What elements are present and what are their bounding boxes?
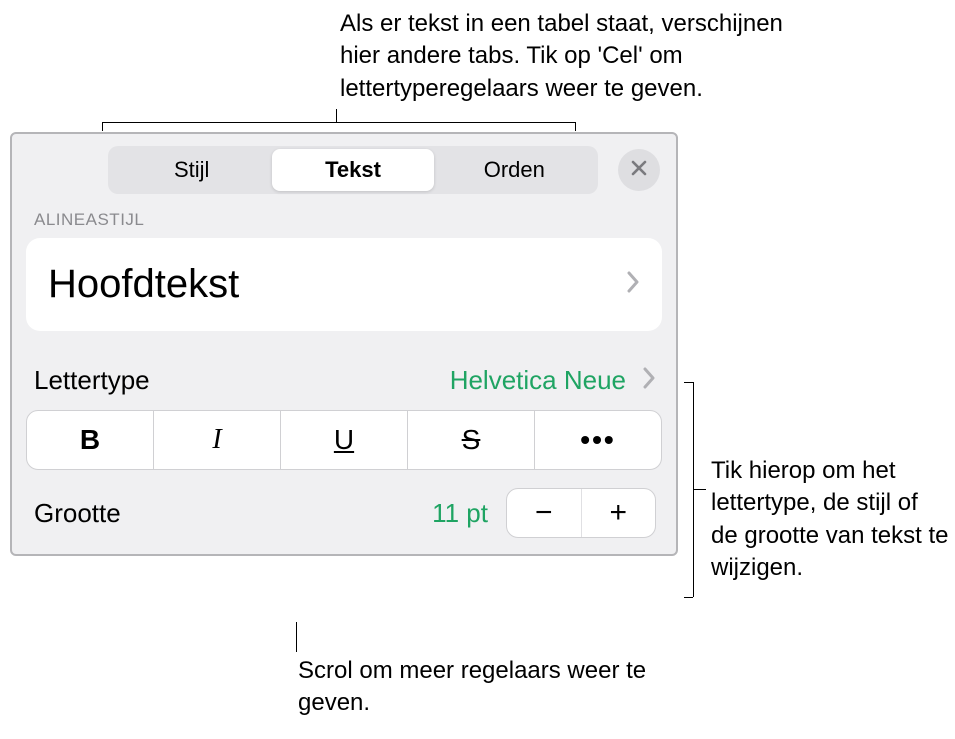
format-button-group: B I U S ••• [26,410,662,470]
annotation-right: Tik hierop om het lettertype, de stijl o… [711,455,951,585]
size-decrease-button[interactable]: − [507,489,582,537]
size-increase-button[interactable]: + [582,489,656,537]
callout-line [296,622,297,652]
font-value: Helvetica Neue [150,365,642,396]
callout-line [336,109,337,122]
callout-line [684,597,693,598]
callout-line [693,489,706,490]
annotation-top: Als er tekst in een tabel staat, verschi… [340,8,820,105]
callout-line [102,122,103,131]
chevron-right-icon [626,271,640,298]
underline-button[interactable]: U [281,411,408,469]
size-row: Grootte 11 pt − + [26,488,662,554]
segmented-control: Stijl Tekst Orden [108,146,598,194]
size-stepper: − + [506,488,656,538]
paragraph-style-value: Hoofdtekst [48,262,239,307]
callout-line [102,122,575,123]
format-panel: Stijl Tekst Orden ALINEASTIJL Hoofdtekst… [10,132,678,556]
close-icon [630,159,648,182]
tab-arrange[interactable]: Orden [434,149,595,191]
italic-button[interactable]: I [154,411,281,469]
font-label: Lettertype [34,365,150,396]
callout-line [684,382,693,383]
callout-line [575,122,576,131]
strikethrough-button[interactable]: S [408,411,535,469]
tab-style[interactable]: Stijl [111,149,272,191]
paragraph-style-label: ALINEASTIJL [12,204,676,238]
paragraph-style-row[interactable]: Hoofdtekst [26,238,662,331]
size-label: Grootte [34,498,121,529]
annotation-bottom: Scrol om meer regelaars weer te geven. [298,655,648,720]
bold-button[interactable]: B [27,411,154,469]
tab-text[interactable]: Tekst [272,149,433,191]
more-button[interactable]: ••• [535,411,661,469]
panel-header: Stijl Tekst Orden [12,134,676,204]
font-section: Lettertype Helvetica Neue B I U S ••• Gr… [12,353,676,554]
size-value: 11 pt [121,498,506,529]
close-button[interactable] [618,149,660,191]
chevron-right-icon [642,367,656,394]
font-row[interactable]: Lettertype Helvetica Neue [26,353,662,410]
